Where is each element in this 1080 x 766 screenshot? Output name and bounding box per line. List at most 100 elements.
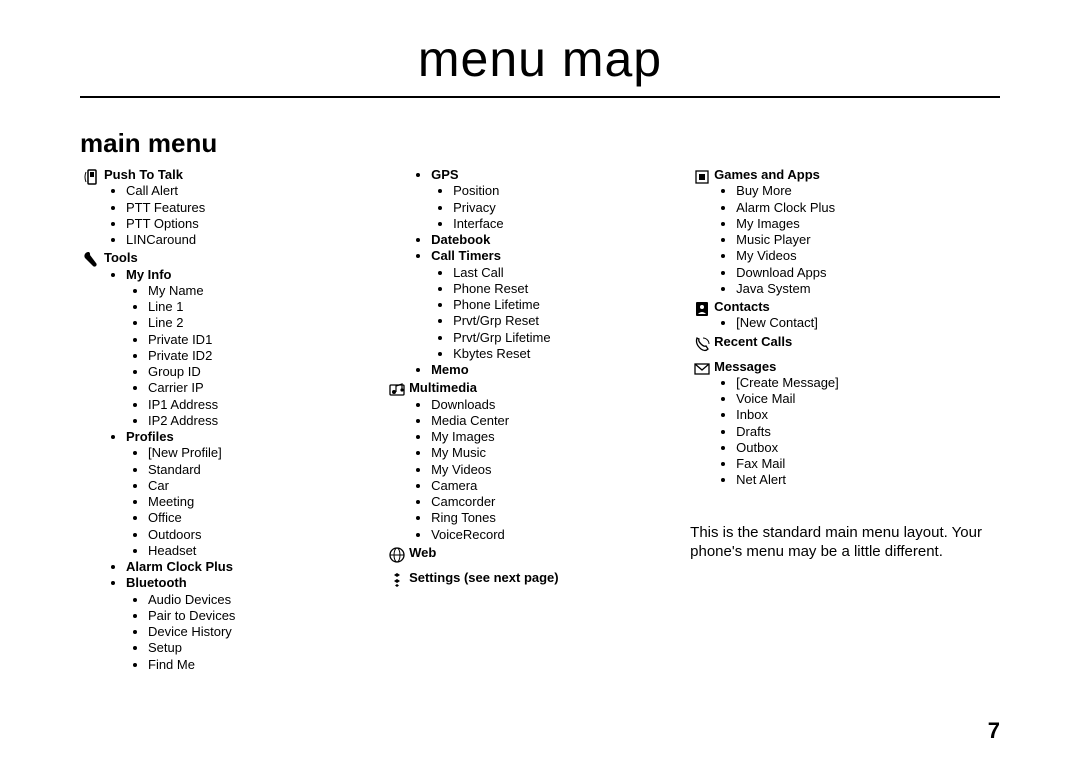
list-item: My Images [736, 216, 1000, 232]
push-to-talk-icon [80, 167, 104, 190]
messages-label: Messages [714, 359, 1000, 375]
list-item: Headset [148, 543, 375, 559]
list-item: Net Alert [736, 472, 1000, 488]
list-item: Position [453, 183, 680, 199]
list-item: Group ID [148, 364, 375, 380]
recent-calls-icon [690, 334, 714, 357]
list-item: Last Call [453, 265, 680, 281]
list-item: Kbytes Reset [453, 346, 680, 362]
list-item: Setup [148, 640, 375, 656]
list-item: Private ID1 [148, 332, 375, 348]
bluetooth-label: Bluetooth [126, 575, 187, 590]
list-item: Camera [431, 478, 680, 494]
list-item: Music Player [736, 232, 1000, 248]
list-item: My Videos [736, 248, 1000, 264]
list-item: My Info My Name Line 1 Line 2 Private ID… [126, 267, 375, 430]
list-item: [New Profile] [148, 445, 375, 461]
list-item: Ring Tones [431, 510, 680, 526]
menu-columns: Push To Talk Call Alert PTT Features PTT… [80, 165, 1000, 673]
messages-icon [690, 359, 714, 382]
web-label: Web [409, 545, 680, 561]
category-tools-continued: GPS Position Privacy Interface Datebook … [385, 167, 680, 378]
list-item: Drafts [736, 424, 1000, 440]
list-item: Find Me [148, 657, 375, 673]
category-multimedia: Multimedia Downloads Media Center My Ima… [385, 380, 680, 543]
list-item: Privacy [453, 200, 680, 216]
multimedia-icon [385, 380, 409, 403]
list-item: My Images [431, 429, 680, 445]
category-settings: Settings (see next page) [385, 570, 680, 593]
contacts-icon [690, 299, 714, 322]
list-item: Device History [148, 624, 375, 640]
list-item: Line 1 [148, 299, 375, 315]
list-item: Office [148, 510, 375, 526]
page-title: menu map [80, 30, 1000, 88]
tools-label: Tools [104, 250, 375, 266]
list-item: PTT Options [126, 216, 375, 232]
settings-label: Settings (see next page) [409, 570, 680, 586]
list-item: Carrier IP [148, 380, 375, 396]
list-item: Media Center [431, 413, 680, 429]
category-push-to-talk: Push To Talk Call Alert PTT Features PTT… [80, 167, 375, 248]
column-3: Games and Apps Buy More Alarm Clock Plus… [690, 165, 1000, 562]
list-item: Call Timers Last Call Phone Reset Phone … [431, 248, 680, 362]
list-item: Private ID2 [148, 348, 375, 364]
title-rule [80, 96, 1000, 98]
list-item: Datebook [431, 232, 680, 248]
list-item: Voice Mail [736, 391, 1000, 407]
list-item: GPS Position Privacy Interface [431, 167, 680, 232]
contacts-label: Contacts [714, 299, 1000, 315]
web-icon [385, 545, 409, 568]
gps-label: GPS [431, 167, 458, 182]
list-item: My Videos [431, 462, 680, 478]
datebook-label: Datebook [431, 232, 490, 247]
column-1: Push To Talk Call Alert PTT Features PTT… [80, 165, 375, 673]
my-info-label: My Info [126, 267, 172, 282]
list-item: [Create Message] [736, 375, 1000, 391]
list-item: Profiles [New Profile] Standard Car Meet… [126, 429, 375, 559]
tools-icon [80, 250, 104, 273]
list-item: Download Apps [736, 265, 1000, 281]
recent-calls-label: Recent Calls [714, 334, 1000, 350]
list-item: Phone Reset [453, 281, 680, 297]
list-item: Memo [431, 362, 680, 378]
profiles-label: Profiles [126, 429, 174, 444]
list-item: IP2 Address [148, 413, 375, 429]
memo-label: Memo [431, 362, 469, 377]
list-item: Pair to Devices [148, 608, 375, 624]
list-item: Downloads [431, 397, 680, 413]
settings-icon [385, 570, 409, 593]
list-item: Car [148, 478, 375, 494]
page: menu map main menu Push To Talk Call Ale… [0, 0, 1080, 766]
list-item: My Name [148, 283, 375, 299]
list-item: [New Contact] [736, 315, 1000, 331]
category-messages: Messages [Create Message] Voice Mail Inb… [690, 359, 1000, 489]
push-to-talk-label: Push To Talk [104, 167, 375, 183]
note-line-1: This is the standard main menu layout. Y… [690, 524, 982, 541]
category-web: Web [385, 545, 680, 568]
list-item: Audio Devices [148, 592, 375, 608]
category-recent-calls: Recent Calls [690, 334, 1000, 357]
multimedia-label: Multimedia [409, 380, 680, 396]
list-item: LINCaround [126, 232, 375, 248]
list-item: Java System [736, 281, 1000, 297]
alarm-clock-plus-label: Alarm Clock Plus [126, 559, 233, 574]
page-number: 7 [988, 718, 1000, 744]
list-item: Bluetooth Audio Devices Pair to Devices … [126, 575, 375, 673]
list-item: Call Alert [126, 183, 375, 199]
games-apps-icon [690, 167, 714, 190]
list-item: Alarm Clock Plus [736, 200, 1000, 216]
note-line-2: phone's menu may be a little different. [690, 543, 943, 560]
list-item: IP1 Address [148, 397, 375, 413]
list-item: Fax Mail [736, 456, 1000, 472]
list-item: VoiceRecord [431, 527, 680, 543]
list-item: Buy More [736, 183, 1000, 199]
column-2: GPS Position Privacy Interface Datebook … [385, 165, 680, 593]
category-games-apps: Games and Apps Buy More Alarm Clock Plus… [690, 167, 1000, 297]
list-item: Prvt/Grp Lifetime [453, 330, 680, 346]
list-item: Camcorder [431, 494, 680, 510]
list-item: Interface [453, 216, 680, 232]
section-heading: main menu [80, 128, 1000, 159]
call-timers-label: Call Timers [431, 248, 501, 263]
list-item: Inbox [736, 407, 1000, 423]
